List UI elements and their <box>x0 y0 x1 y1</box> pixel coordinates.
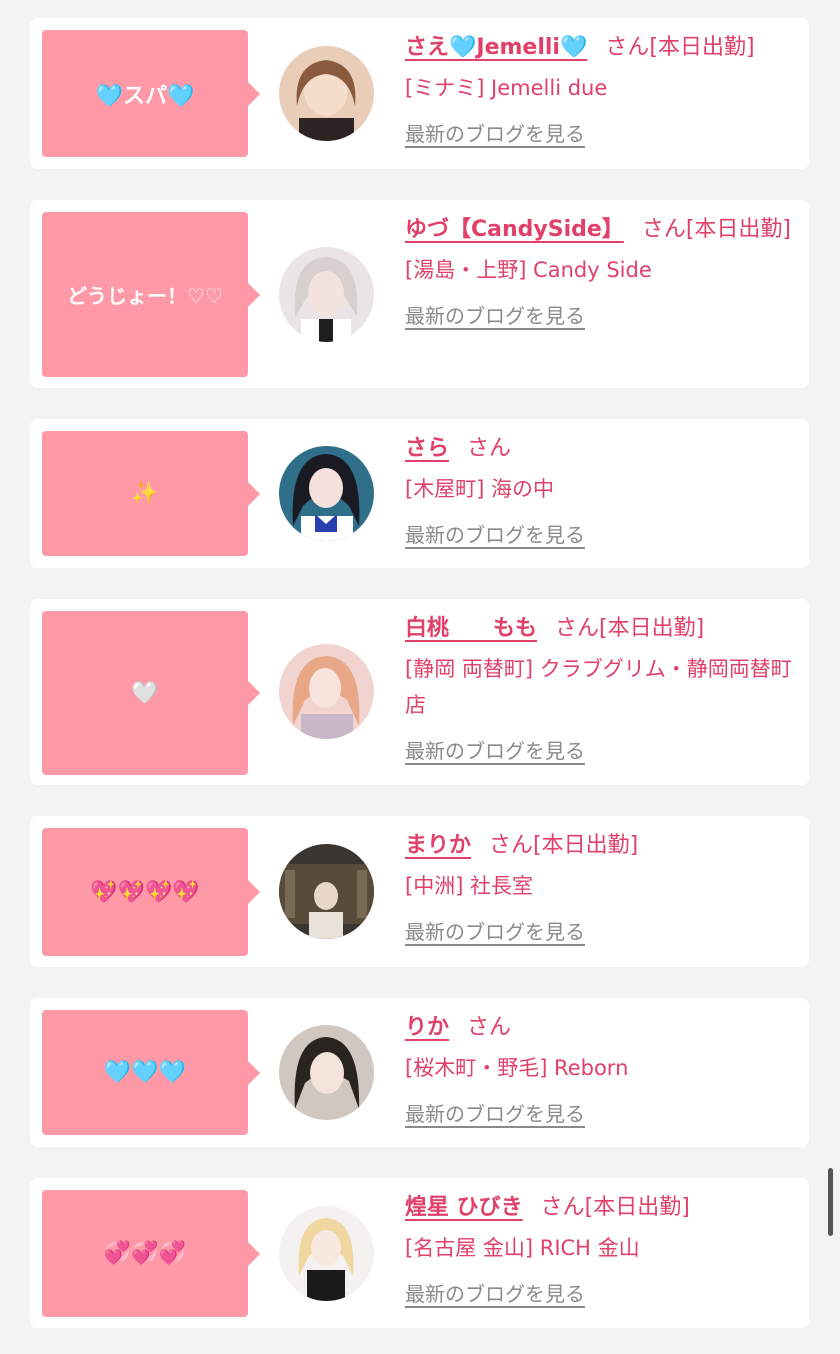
cast-name-link[interactable]: さら <box>405 436 449 461</box>
cast-card: 🩵スパ🩵 さえ🩵Jemelli🩵 さん[本日出勤] [ミナミ] Jemelli d… <box>30 18 809 169</box>
cast-status: さん[本日出勤] <box>605 35 755 60</box>
avatar[interactable] <box>279 844 374 939</box>
avatar[interactable] <box>279 446 374 541</box>
latest-blog-link[interactable]: 最新のブログを見る <box>405 1278 585 1307</box>
shop-name: [桜木町・野毛] Reborn <box>405 1056 629 1080</box>
shop-name: [中洲] 社長室 <box>405 874 534 898</box>
avatar[interactable] <box>279 1025 374 1120</box>
shop-name: [静岡 両替町] クラブグリム・静岡両替町店 <box>405 657 792 717</box>
avatar[interactable] <box>279 644 374 739</box>
cast-name-link[interactable]: りか <box>405 1015 449 1040</box>
latest-blog-link[interactable]: 最新のブログを見る <box>405 1098 585 1127</box>
cast-status: さん[本日出勤] <box>540 1195 690 1220</box>
message-bubble: 🩵スパ🩵 <box>42 30 260 157</box>
cast-card: 🩵🩵🩵 りか さん [桜木町・野毛] Reborn 最新のブログを見る <box>30 998 809 1147</box>
cast-card: どうじょー！♡♡ ゆづ【CandySide】 さん[本日出勤] [湯島・上野] C… <box>30 200 809 388</box>
avatar[interactable] <box>279 46 374 141</box>
message-bubble: ✨ <box>42 431 260 556</box>
scrollbar-thumb[interactable] <box>828 1168 833 1236</box>
shop-name: [名古屋 金山] RICH 金山 <box>405 1236 640 1260</box>
cast-card: ✨ さら さん [木屋町] 海の中 最新のブログを見る <box>30 419 809 568</box>
cast-card: 💖💖💖💖 まりか さん[本日出勤] [中洲] 社長室 最新のブログを見る <box>30 816 809 967</box>
latest-blog-link[interactable]: 最新のブログを見る <box>405 118 585 147</box>
cast-status: さん[本日出勤] <box>555 616 705 641</box>
cast-name-link[interactable]: 白桃 もも <box>405 616 537 641</box>
cast-name-link[interactable]: まりか <box>405 833 471 858</box>
cast-blog-list: 🩵スパ🩵 さえ🩵Jemelli🩵 さん[本日出勤] [ミナミ] Jemelli d… <box>0 0 840 1354</box>
message-bubble: 💞💞💞 <box>42 1190 260 1317</box>
latest-blog-link[interactable]: 最新のブログを見る <box>405 735 585 764</box>
cast-status: さん <box>467 1015 512 1040</box>
message-bubble: 🤍 <box>42 611 260 775</box>
cast-status: さん[本日出勤] <box>489 833 639 858</box>
cast-name-link[interactable]: さえ🩵Jemelli🩵 <box>405 35 587 60</box>
cast-card: 🤍 白桃 もも さん[本日出勤] [静岡 両替町] クラブグリム・静岡両替町店 最… <box>30 599 809 785</box>
cast-card: 💞💞💞 煌星 ひびき さん[本日出勤] [名古屋 金山] RICH 金山 最新のブ… <box>30 1178 809 1328</box>
cast-name-link[interactable]: ゆづ【CandySide】 <box>405 217 624 242</box>
shop-name: [湯島・上野] Candy Side <box>405 258 652 282</box>
avatar[interactable] <box>279 1206 374 1301</box>
cast-status: さん[本日出勤] <box>641 217 791 242</box>
shop-name: [木屋町] 海の中 <box>405 477 555 501</box>
latest-blog-link[interactable]: 最新のブログを見る <box>405 519 585 548</box>
avatar[interactable] <box>279 247 374 342</box>
message-bubble: 💖💖💖💖 <box>42 828 260 956</box>
latest-blog-link[interactable]: 最新のブログを見る <box>405 916 585 945</box>
cast-name-link[interactable]: 煌星 ひびき <box>405 1195 523 1220</box>
cast-status: さん <box>467 436 512 461</box>
shop-name: [ミナミ] Jemelli due <box>405 76 608 100</box>
message-bubble: 🩵🩵🩵 <box>42 1010 260 1135</box>
message-bubble: どうじょー！♡♡ <box>42 212 260 377</box>
latest-blog-link[interactable]: 最新のブログを見る <box>405 300 585 329</box>
